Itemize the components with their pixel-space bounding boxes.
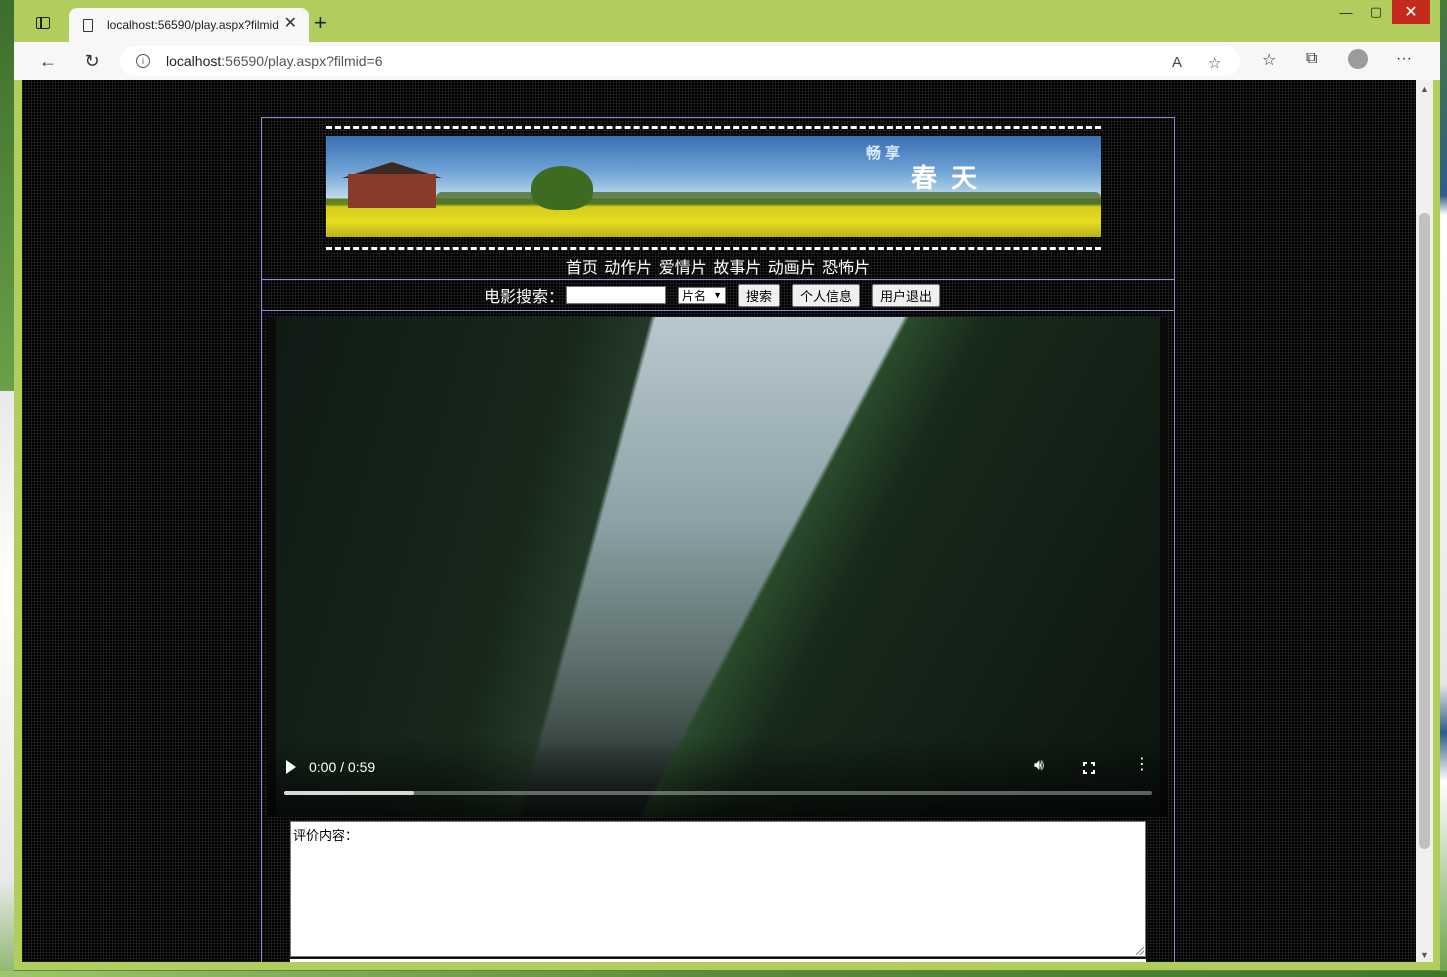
- page-icon: [83, 18, 93, 32]
- search-input[interactable]: [565, 286, 666, 304]
- scroll-down-icon[interactable]: ▼: [1420, 950, 1429, 960]
- page-viewport: 畅享 春天 首页 动作片 爱情片 故事片 动画片 恐怖片 电影搜索： 片名 ▼ 搜…: [22, 80, 1416, 962]
- browser-window: localhost:56590/play.aspx?filmid=6 ✕ + —…: [14, 0, 1440, 970]
- banner-frame: 畅享 春天: [326, 126, 1101, 250]
- resize-handle-icon[interactable]: [1136, 947, 1144, 955]
- url-path: :56590/play.aspx?filmid=6: [221, 53, 383, 69]
- banner-image: 畅享 春天: [326, 136, 1101, 237]
- desktop-background-right: [1439, 0, 1447, 977]
- site-info-icon[interactable]: i: [136, 54, 150, 68]
- collections-icon[interactable]: ⧉: [1306, 50, 1317, 68]
- tab-actions-button[interactable]: [32, 12, 54, 34]
- search-button[interactable]: 搜索: [737, 283, 780, 307]
- read-aloud-icon[interactable]: A: [1172, 54, 1182, 71]
- category-nav: 首页 动作片 爱情片 故事片 动画片 恐怖片: [262, 258, 1174, 280]
- tab-bar: localhost:56590/play.aspx?filmid=6 ✕ + —…: [14, 0, 1440, 42]
- nav-horror-link[interactable]: 恐怖片: [822, 260, 870, 277]
- add-favorite-icon[interactable]: ☆: [1208, 54, 1221, 72]
- logout-button[interactable]: 用户退出: [872, 283, 941, 307]
- chevron-down-icon: ▼: [713, 290, 722, 300]
- nav-story-link[interactable]: 故事片: [713, 260, 761, 277]
- close-window-button[interactable]: ✕: [1392, 0, 1430, 24]
- video-progress-bar[interactable]: [284, 791, 1152, 795]
- tab-close-icon[interactable]: ✕: [284, 16, 297, 32]
- nav-romance-link[interactable]: 爱情片: [659, 260, 707, 277]
- banner-small-text: 畅享: [866, 144, 905, 162]
- banner-house: [348, 174, 436, 208]
- search-type-select[interactable]: 片名 ▼: [677, 286, 726, 304]
- favorites-icon[interactable]: ☆: [1262, 50, 1276, 70]
- video-buffer-fill: [284, 791, 415, 795]
- nav-home-link[interactable]: 首页: [566, 260, 598, 277]
- browser-tab[interactable]: localhost:56590/play.aspx?filmid=6 ✕: [69, 8, 309, 42]
- url-text: localhost:56590/play.aspx?filmid=6: [166, 53, 383, 69]
- video-time: 0:00 / 0:59: [309, 759, 376, 775]
- profile-button[interactable]: 个人信息: [792, 283, 861, 307]
- scrollbar-thumb[interactable]: [1419, 213, 1430, 849]
- search-type-value: 片名: [681, 288, 706, 303]
- tab-title: localhost:56590/play.aspx?filmid=6: [107, 18, 279, 32]
- comment-text: 评价内容：: [293, 828, 359, 843]
- back-button[interactable]: ←: [36, 50, 60, 72]
- scroll-up-icon[interactable]: ▲: [1420, 84, 1429, 94]
- address-bar[interactable]: i localhost:56590/play.aspx?filmid=6 A ☆: [120, 46, 1240, 76]
- divider-line: [262, 279, 1174, 280]
- fullscreen-icon[interactable]: [1083, 762, 1095, 774]
- nav-action-link[interactable]: 动作片: [604, 260, 652, 277]
- page-container: 畅享 春天 首页 动作片 爱情片 故事片 动画片 恐怖片 电影搜索： 片名 ▼ 搜…: [261, 117, 1175, 962]
- address-bar-row: ← ↻ i localhost:56590/play.aspx?filmid=6…: [14, 42, 1440, 80]
- divider-line: [262, 310, 1174, 311]
- nav-animation-link[interactable]: 动画片: [768, 260, 816, 277]
- video-more-icon[interactable]: ⋮: [1134, 757, 1150, 773]
- banner-tree: [531, 166, 593, 210]
- page-scrollbar[interactable]: ▲ ▼: [1416, 80, 1433, 962]
- more-menu-icon[interactable]: ···: [1396, 50, 1412, 68]
- profile-avatar[interactable]: [1348, 49, 1368, 69]
- video-player[interactable]: 0:00 / 0:59 🔊︎ ⋮: [268, 317, 1168, 817]
- maximize-button[interactable]: ▢: [1358, 0, 1394, 24]
- comment-textarea[interactable]: 评价内容：: [290, 821, 1146, 957]
- search-label: 电影搜索：: [483, 289, 564, 306]
- desktop-background-left: [0, 0, 14, 977]
- comment-next-field[interactable]: [290, 959, 1146, 962]
- play-icon[interactable]: [286, 760, 296, 774]
- banner-big-text: 春天: [911, 164, 992, 194]
- video-controls-shade: [268, 737, 1168, 817]
- new-tab-button[interactable]: +: [314, 12, 327, 34]
- tab-actions-icon: [36, 17, 50, 29]
- url-host: localhost: [166, 53, 222, 69]
- search-bar: 电影搜索： 片名 ▼ 搜索 个人信息 用户退出: [262, 281, 1174, 309]
- desktop-background-bottom: [0, 971, 1447, 977]
- reload-button[interactable]: ↻: [80, 50, 104, 72]
- volume-icon[interactable]: 🔊︎: [1034, 757, 1044, 775]
